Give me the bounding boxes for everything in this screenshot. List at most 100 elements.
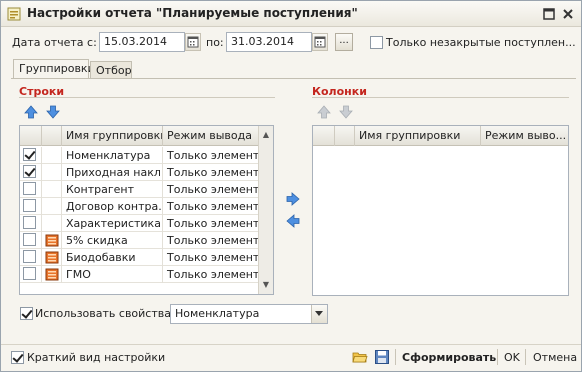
row-name-cell[interactable]: Биодобавки — [62, 249, 163, 266]
row-mode-cell[interactable]: Только элементы — [163, 164, 260, 181]
rows-grid-header: Имя группировки Режим вывода — [20, 126, 273, 146]
rows-grid: Имя группировки Режим вывода Номенклатур… — [19, 125, 274, 295]
row-name-cell[interactable]: Номенклатура — [62, 147, 163, 164]
row-mode-cell[interactable]: Только элементы — [163, 249, 260, 266]
columns-section-divider — [312, 97, 569, 98]
columns-grid: Имя группировки Режим выво... — [312, 125, 569, 296]
row-name-cell[interactable]: Приходная накл... — [62, 164, 163, 181]
move-right-icon[interactable] — [286, 192, 300, 206]
columns-grid-header: Имя группировки Режим выво... — [313, 126, 568, 146]
tab-filter[interactable]: Отбор — [90, 61, 132, 79]
use-properties-label[interactable]: Использовать свойства — [35, 307, 171, 320]
generate-button[interactable]: Сформировать — [402, 351, 496, 364]
close-icon[interactable] — [561, 7, 575, 21]
short-view-checkbox[interactable] — [11, 351, 24, 364]
columns-move-down-icon[interactable] — [339, 105, 353, 119]
chevron-down-icon — [315, 311, 323, 316]
move-left-icon[interactable] — [286, 214, 300, 228]
columns-icon-column-header — [335, 126, 355, 146]
row-checkbox[interactable] — [23, 250, 36, 263]
move-up-icon[interactable] — [24, 105, 38, 119]
row-mode-cell[interactable]: Только элементы — [163, 215, 260, 232]
scroll-up-icon[interactable]: ▲ — [261, 130, 271, 140]
maximize-icon[interactable] — [542, 7, 556, 21]
date-from-field[interactable]: 15.03.2014 — [99, 32, 185, 52]
row-checkbox[interactable] — [23, 182, 36, 195]
columns-name-column-header[interactable]: Имя группировки — [355, 126, 481, 146]
row-name-cell[interactable]: ГМО — [62, 266, 163, 283]
footer-separator — [395, 349, 396, 365]
row-icon-cell — [42, 232, 62, 249]
table-row[interactable]: Договор контра... Только элементы — [20, 198, 260, 215]
scroll-down-icon[interactable]: ▼ — [261, 280, 271, 290]
date-to-label: по: — [206, 36, 224, 49]
table-row[interactable]: Номенклатура Только элементы — [20, 147, 260, 164]
row-mode-cell[interactable]: Только элементы — [163, 181, 260, 198]
row-name-cell[interactable]: Характеристика... — [62, 215, 163, 232]
row-checkbox[interactable] — [23, 233, 36, 246]
row-name-cell[interactable]: 5% скидка — [62, 232, 163, 249]
table-row[interactable]: ГМО Только элементы — [20, 266, 260, 283]
table-row[interactable]: Характеристика... Только элементы — [20, 215, 260, 232]
move-down-icon[interactable] — [46, 105, 60, 119]
short-view-label[interactable]: Краткий вид настройки — [27, 351, 165, 364]
properties-combo-value: Номенклатура — [175, 307, 260, 320]
row-checkbox[interactable] — [23, 199, 36, 212]
property-icon — [45, 234, 59, 247]
table-row[interactable]: 5% скидка Только элементы — [20, 232, 260, 249]
row-checkbox[interactable] — [23, 148, 36, 161]
use-properties-checkbox[interactable] — [20, 307, 33, 320]
rows-scrollbar[interactable]: ▲ ▼ — [258, 126, 273, 294]
calendar-icon — [314, 36, 326, 48]
date-to-field[interactable]: 31.03.2014 — [226, 32, 312, 52]
table-row[interactable]: Приходная накл... Только элементы — [20, 164, 260, 181]
rows-icon-column-header — [42, 126, 62, 146]
row-mode-cell[interactable]: Только элементы — [163, 266, 260, 283]
row-mode-cell[interactable]: Только элементы — [163, 232, 260, 249]
ok-button[interactable]: OK — [504, 351, 520, 364]
settings-window: Настройки отчета "Планируемые поступлени… — [0, 0, 582, 372]
title-bar: Настройки отчета "Планируемые поступлени… — [1, 1, 581, 27]
properties-combo[interactable]: Номенклатура — [170, 304, 328, 324]
row-icon-cell — [42, 215, 62, 232]
properties-combo-button[interactable] — [311, 305, 327, 323]
row-checkbox[interactable] — [23, 165, 36, 178]
property-icon — [45, 251, 59, 264]
row-check-cell — [20, 164, 42, 181]
row-name-cell[interactable]: Договор контра... — [62, 198, 163, 215]
rows-name-column-header[interactable]: Имя группировки — [62, 126, 163, 146]
row-check-cell — [20, 147, 42, 164]
table-row[interactable]: Контрагент Только элементы — [20, 181, 260, 198]
row-name-cell[interactable]: Контрагент — [62, 181, 163, 198]
rows-mode-column-header[interactable]: Режим вывода — [163, 126, 259, 146]
property-icon — [45, 268, 59, 281]
columns-mode-column-header[interactable]: Режим выво... — [481, 126, 568, 146]
row-checkbox[interactable] — [23, 267, 36, 280]
row-check-cell — [20, 215, 42, 232]
row-icon-cell — [42, 164, 62, 181]
row-mode-cell[interactable]: Только элементы — [163, 198, 260, 215]
only-open-checkbox[interactable] — [370, 36, 383, 49]
row-icon-cell — [42, 147, 62, 164]
row-icon-cell — [42, 266, 62, 283]
open-folder-icon[interactable] — [352, 349, 368, 365]
save-icon[interactable] — [374, 349, 390, 365]
date-to-calendar-button[interactable] — [312, 33, 328, 51]
row-check-cell — [20, 249, 42, 266]
row-icon-cell — [42, 181, 62, 198]
date-from-calendar-button[interactable] — [185, 33, 201, 51]
row-checkbox[interactable] — [23, 216, 36, 229]
cancel-button[interactable]: Отмена — [533, 351, 577, 364]
row-check-cell — [20, 232, 42, 249]
date-from-label: Дата отчета с: — [12, 36, 97, 49]
footer-divider — [1, 344, 581, 345]
footer-separator — [525, 349, 526, 365]
only-open-label[interactable]: Только незакрытые поступлен... — [386, 36, 576, 49]
calendar-icon — [187, 36, 199, 48]
tab-groupings[interactable]: Группировки — [13, 59, 95, 79]
table-row[interactable]: Биодобавки Только элементы — [20, 249, 260, 266]
row-icon-cell — [42, 198, 62, 215]
columns-move-up-icon[interactable] — [317, 105, 331, 119]
period-select-button[interactable]: ... — [335, 33, 353, 51]
row-mode-cell[interactable]: Только элементы — [163, 147, 260, 164]
